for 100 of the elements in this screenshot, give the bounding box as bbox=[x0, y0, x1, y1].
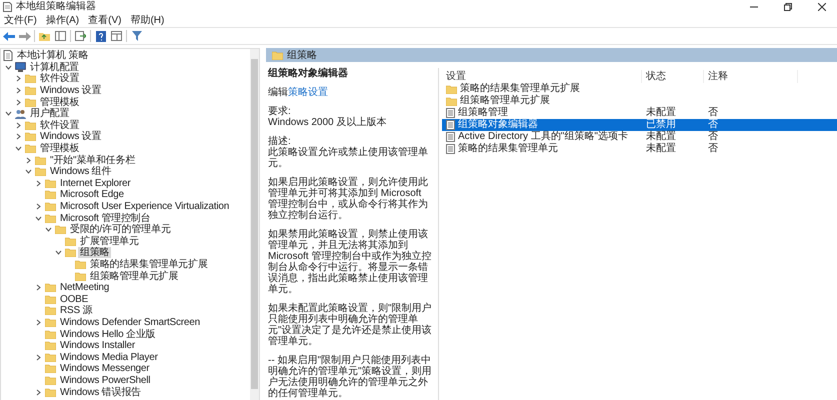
table-row[interactable]: 策略的结果集管理单元 未配置 否 bbox=[442, 143, 837, 155]
description-paragraph: 如果未配置此策略设置，则"限制用户只能使用列表中明确允许的管理单元"设置决定了是允许还是禁止使用该管理单元。 bbox=[268, 303, 433, 347]
tree-item[interactable]: Windows Media Player bbox=[58, 352, 160, 363]
folder-icon bbox=[45, 294, 56, 304]
column-header[interactable]: 注释 bbox=[704, 70, 798, 83]
folder-icon bbox=[272, 50, 283, 60]
tree-item[interactable]: 管理模板 bbox=[38, 96, 82, 108]
column-header[interactable]: 设置 bbox=[442, 70, 642, 83]
tree-item[interactable]: Windows PowerShell bbox=[58, 374, 152, 386]
description-text: 描述: 此策略设置允许或禁止使用该管理单元。 bbox=[268, 136, 429, 169]
table-row[interactable]: 组策略管理 未配置 否 bbox=[442, 107, 837, 119]
tree-item[interactable]: Microsoft Edge bbox=[58, 189, 126, 200]
table-row[interactable]: 组策略对象编辑器 已禁用 否 bbox=[442, 119, 837, 131]
tree-item[interactable]: OOBE bbox=[58, 294, 90, 305]
tree-item[interactable]: 扩展管理单元 bbox=[78, 236, 141, 247]
folder-icon bbox=[45, 364, 56, 374]
setting-cell: 策略的结果集管理单元扩展 bbox=[442, 83, 642, 95]
tree-item[interactable]: Windows 设置 bbox=[38, 131, 104, 142]
menu-item[interactable]: 查看(V) bbox=[88, 14, 122, 26]
forward-arrow-icon[interactable] bbox=[18, 30, 31, 42]
chevron-right-icon[interactable] bbox=[15, 98, 22, 106]
state-cell-text: 已禁用 bbox=[645, 119, 677, 130]
folder-icon bbox=[25, 74, 36, 84]
folder-icon bbox=[45, 388, 56, 397]
tree-item[interactable]: Windows 设置 bbox=[38, 85, 104, 96]
folder-icon bbox=[45, 306, 56, 316]
tree-item[interactable]: 软件设置 bbox=[38, 73, 82, 84]
chevron-right-icon[interactable] bbox=[35, 180, 42, 187]
tree-item[interactable]: Windows 组件 bbox=[48, 166, 114, 178]
table-row[interactable]: 组策略管理单元扩展 bbox=[442, 95, 837, 107]
setting-cell: Active Directory 工具的"组策略"选项卡 bbox=[442, 131, 642, 143]
document-icon bbox=[3, 50, 13, 62]
state-cell-text: 未配置 bbox=[645, 131, 677, 142]
menu-item[interactable]: 帮助(H) bbox=[130, 14, 164, 26]
folder-icon bbox=[45, 202, 56, 212]
chevron-right-icon[interactable] bbox=[35, 203, 42, 210]
tree-item[interactable]: RSS 源 bbox=[58, 305, 94, 316]
policy-settings-link[interactable]: 策略设置 bbox=[288, 87, 328, 98]
tree-item[interactable]: 管理模板 bbox=[38, 143, 82, 154]
chevron-down-icon[interactable] bbox=[35, 214, 42, 222]
chevron-down-icon[interactable] bbox=[25, 168, 32, 176]
tree-item[interactable]: Windows Hello 企业版 bbox=[58, 328, 158, 340]
folder-icon bbox=[446, 84, 457, 94]
table-row[interactable]: Active Directory 工具的"组策略"选项卡 未配置 否 bbox=[442, 131, 837, 143]
tree-item[interactable]: 用户配置 bbox=[28, 108, 72, 120]
state-cell-text: 未配置 bbox=[645, 107, 677, 119]
chevron-down-icon[interactable] bbox=[45, 226, 52, 234]
chevron-right-icon[interactable] bbox=[25, 156, 32, 164]
setting-cell: 策略的结果集管理单元 bbox=[442, 143, 642, 155]
chevron-right-icon[interactable] bbox=[35, 284, 42, 292]
folder-icon bbox=[75, 272, 86, 281]
tree-item[interactable]: 受限的/许可的管理单元 bbox=[68, 224, 173, 236]
tree-item[interactable]: 软件设置 bbox=[38, 120, 82, 131]
menu-item[interactable]: 文件(F) bbox=[4, 14, 37, 26]
chevron-right-icon[interactable] bbox=[35, 388, 42, 396]
tree-item[interactable]: Internet Explorer bbox=[58, 178, 133, 189]
help-icon[interactable] bbox=[94, 30, 107, 42]
panel-icon[interactable] bbox=[110, 30, 123, 42]
setting-icon bbox=[446, 144, 455, 154]
tree-item[interactable]: "开始"菜单和任务栏 bbox=[48, 154, 138, 166]
chevron-right-icon[interactable] bbox=[15, 75, 22, 82]
tree-item[interactable]: Windows 错误报告 bbox=[58, 386, 143, 398]
chevron-right-icon[interactable] bbox=[15, 87, 22, 94]
tree-item[interactable]: Windows Defender SmartScreen bbox=[58, 316, 202, 328]
folder-icon bbox=[25, 86, 36, 96]
chevron-right-icon[interactable] bbox=[35, 318, 42, 326]
table-row[interactable]: 策略的结果集管理单元扩展 bbox=[442, 83, 837, 95]
tree-item[interactable]: 计算机配置 bbox=[28, 62, 82, 73]
chevron-right-icon[interactable] bbox=[15, 133, 22, 140]
folder-icon bbox=[45, 214, 56, 223]
computer-icon bbox=[15, 62, 26, 72]
tree-item[interactable]: NetMeeting bbox=[58, 282, 112, 294]
tree-item[interactable]: 组策略 bbox=[78, 247, 112, 258]
edit-policy-text: 编辑策略设置 bbox=[268, 87, 329, 98]
chevron-right-icon[interactable] bbox=[35, 354, 42, 361]
tree-item[interactable]: 组策略管理单元扩展 bbox=[88, 270, 180, 282]
folder-icon bbox=[75, 260, 86, 269]
filter-icon[interactable] bbox=[130, 30, 143, 42]
chevron-down-icon[interactable] bbox=[55, 249, 62, 256]
tree-item[interactable]: 本地计算机 策略 bbox=[15, 50, 90, 62]
menu-item[interactable]: 操作(A) bbox=[46, 14, 80, 26]
tree-item[interactable]: Microsoft 管理控制台 bbox=[58, 212, 152, 224]
export-icon[interactable] bbox=[74, 30, 87, 42]
folder-icon bbox=[25, 144, 36, 154]
tree-item[interactable]: 策略的结果集管理单元扩展 bbox=[88, 258, 210, 270]
tree-item[interactable]: Windows Messenger bbox=[58, 363, 152, 374]
folder-icon bbox=[45, 190, 56, 200]
scrollbar[interactable] bbox=[250, 49, 259, 400]
chevron-down-icon[interactable] bbox=[5, 110, 12, 118]
chevron-down-icon[interactable] bbox=[15, 145, 22, 152]
chevron-down-icon[interactable] bbox=[5, 64, 12, 71]
tree-item[interactable]: Microsoft User Experience Virtualization bbox=[58, 201, 232, 212]
folder-icon bbox=[25, 120, 36, 130]
tree-item[interactable]: Windows Installer bbox=[58, 340, 137, 352]
folder-icon bbox=[45, 352, 56, 362]
back-arrow-icon[interactable] bbox=[2, 30, 15, 42]
panel-icon[interactable] bbox=[54, 30, 67, 42]
column-header[interactable]: 状态 bbox=[642, 70, 704, 83]
chevron-right-icon[interactable] bbox=[15, 122, 22, 129]
setting-cell: 组策略对象编辑器 bbox=[442, 119, 642, 131]
